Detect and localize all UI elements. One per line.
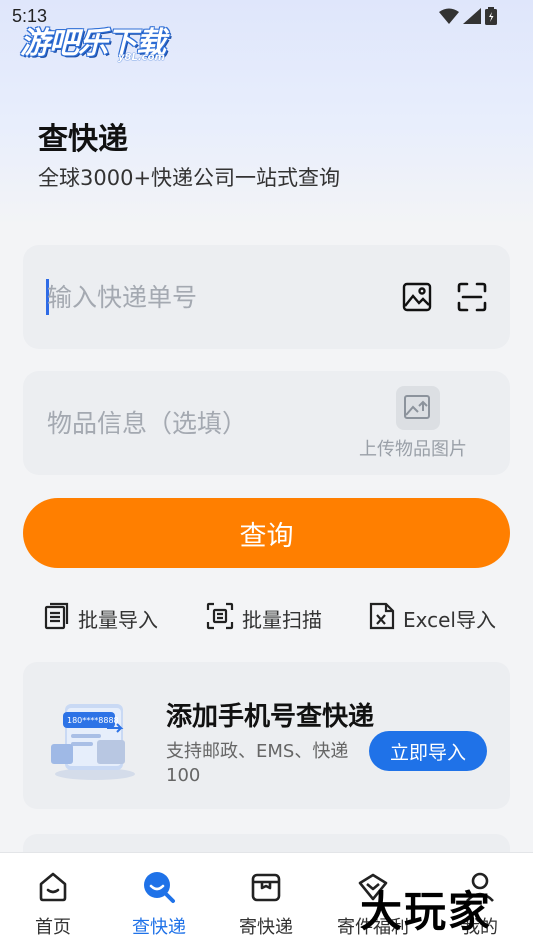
tracking-number-card	[23, 245, 510, 349]
batch-import-button[interactable]: 批量导入	[44, 598, 158, 638]
page-subtitle: 全球3000+快递公司一站式查询	[38, 166, 341, 190]
signal-icon	[463, 8, 481, 28]
query-button[interactable]: 查询	[23, 498, 510, 568]
batch-import-label: 批量导入	[78, 607, 158, 632]
watermark-domain: y8L.com	[118, 52, 165, 63]
nav-label-send: 寄快递	[239, 917, 293, 938]
excel-icon	[369, 602, 395, 635]
package-icon	[248, 869, 284, 905]
tools-row: 批量导入 批量扫描 Excel导入	[0, 598, 533, 638]
page-title: 查快递	[38, 122, 128, 157]
phone-import-promo-card: 180****8888 添加手机号查快递 支持邮政、EMS、快递100 立即导入	[23, 662, 510, 809]
import-now-button[interactable]: 立即导入	[369, 731, 487, 771]
excel-import-button[interactable]: Excel导入	[369, 598, 496, 638]
scan-icon[interactable]	[454, 279, 490, 315]
corner-watermark: 大玩家	[360, 887, 493, 936]
nav-item-send[interactable]: 寄快递	[213, 853, 319, 948]
batch-scan-label: 批量扫描	[242, 607, 322, 632]
item-info-card: 上传物品图片	[23, 371, 510, 475]
promo-description: 支持邮政、EMS、快递100	[166, 741, 349, 786]
excel-import-label: Excel导入	[403, 607, 496, 632]
nav-item-home[interactable]: 首页	[0, 853, 106, 948]
search-icon	[141, 869, 177, 905]
wifi-icon	[439, 8, 459, 28]
phone-illustration: 180****8888	[47, 692, 139, 786]
battery-icon	[485, 7, 497, 29]
nav-item-track[interactable]: 查快递	[106, 853, 212, 948]
nav-label-home: 首页	[35, 917, 71, 938]
item-info-input[interactable]	[47, 403, 347, 443]
image-icon[interactable]	[399, 279, 435, 315]
home-icon	[35, 869, 71, 905]
batch-import-icon	[44, 602, 70, 635]
upload-photo-label[interactable]: 上传物品图片	[359, 435, 467, 461]
tracking-number-input[interactable]	[47, 277, 387, 317]
image-upload-icon[interactable]	[396, 386, 440, 430]
batch-scan-icon	[206, 602, 234, 635]
status-icons	[439, 7, 497, 29]
nav-label-track: 查快递	[132, 917, 186, 938]
phone-number-text: 180****8888	[67, 716, 119, 725]
promo-title: 添加手机号查快递	[166, 702, 375, 732]
batch-scan-button[interactable]: 批量扫描	[206, 598, 322, 638]
